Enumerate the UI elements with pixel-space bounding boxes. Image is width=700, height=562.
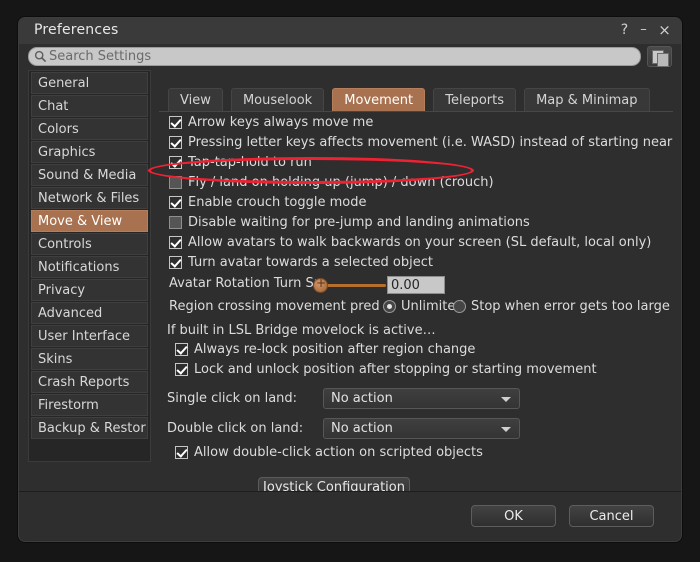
sidebar-item-crash-reports[interactable]: Crash Reports [31, 371, 148, 393]
turn-speed-slider-thumb[interactable] [313, 276, 328, 293]
help-icon[interactable]: ? [616, 21, 633, 39]
sidebar-item-privacy[interactable]: Privacy [31, 279, 148, 301]
checkbox-label-fly-land: Fly / land on holding up (jump) / down (… [188, 175, 494, 190]
tab-movement[interactable]: Movement [332, 88, 426, 111]
sidebar-item-network-files[interactable]: Network & Files [31, 187, 148, 209]
double-click-value: No action [331, 421, 393, 436]
tab-map-minimap[interactable]: Map & Minimap [524, 88, 650, 111]
search-icon [34, 50, 47, 63]
cancel-button[interactable]: Cancel [569, 505, 654, 527]
sidebar-item-general[interactable]: General [31, 72, 148, 94]
region-crossing-label: Region crossing movement pred [169, 299, 380, 314]
checkbox-label-turn-avatar: Turn avatar towards a selected object [188, 255, 433, 270]
sidebar-item-skins[interactable]: Skins [31, 348, 148, 370]
sidebar-item-chat[interactable]: Chat [31, 95, 148, 117]
checkbox-lock-unlock[interactable] [175, 363, 188, 376]
sidebar-item-backup-restore[interactable]: Backup & Restor [31, 417, 148, 439]
sidebar-item-move-view[interactable]: Move & View [31, 210, 148, 232]
sidebar-item-sound-media[interactable]: Sound & Media [31, 164, 148, 186]
checkbox-label-relock-region: Always re-lock position after region cha… [194, 342, 476, 357]
radio-unlimited[interactable] [383, 300, 396, 313]
double-click-dropdown[interactable]: No action [323, 418, 520, 439]
title-bar[interactable]: Preferences ? – × [19, 18, 681, 44]
checkbox-label-scripted-objects: Allow double-click action on scripted ob… [194, 445, 483, 460]
checkbox-crouch-toggle[interactable] [169, 196, 182, 209]
chevron-down-icon [501, 397, 511, 402]
checkbox-letter-keys[interactable] [169, 136, 182, 149]
sidebar-item-user-interface[interactable]: User Interface [31, 325, 148, 347]
window-title: Preferences [34, 22, 119, 38]
checkbox-label-crouch-toggle: Enable crouch toggle mode [188, 195, 367, 210]
single-click-value: No action [331, 391, 393, 406]
checkbox-label-walk-backwards: Allow avatars to walk backwards on your … [188, 235, 652, 250]
tab-teleports[interactable]: Teleports [433, 88, 516, 111]
close-icon[interactable]: × [656, 21, 673, 39]
checkbox-turn-avatar[interactable] [169, 256, 182, 269]
window-body: General Chat Colors Graphics Sound & Med… [19, 70, 681, 492]
checkbox-label-letter-keys: Pressing letter keys affects movement (i… [188, 135, 673, 150]
copy-pages-icon[interactable] [647, 46, 672, 67]
tab-strip: View Mouselook Movement Teleports Map & … [168, 88, 653, 111]
checkbox-label-lock-unlock: Lock and unlock position after stopping … [194, 362, 597, 377]
checkbox-relock-region[interactable] [175, 343, 188, 356]
search-placeholder: Search Settings [49, 49, 152, 64]
sidebar-item-firestorm[interactable]: Firestorm [31, 394, 148, 416]
single-click-dropdown[interactable]: No action [323, 388, 520, 409]
sidebar-item-graphics[interactable]: Graphics [31, 141, 148, 163]
minimize-icon[interactable]: – [635, 21, 652, 39]
radio-stop-on-error[interactable] [453, 300, 466, 313]
tab-view[interactable]: View [168, 88, 223, 111]
preferences-window: Preferences ? – × Search Settings Genera… [18, 17, 682, 542]
checkbox-tap-tap-hold[interactable] [169, 156, 182, 169]
sidebar-item-controls[interactable]: Controls [31, 233, 148, 255]
movement-tab-content: Arrow keys always move me Pressing lette… [159, 111, 673, 492]
settings-panel: View Mouselook Movement Teleports Map & … [159, 70, 673, 492]
tab-mouselook[interactable]: Mouselook [230, 88, 325, 111]
checkbox-label-disable-prejump: Disable waiting for pre-jump and landing… [188, 215, 530, 230]
double-click-label: Double click on land: [167, 421, 304, 436]
dialog-footer: OK Cancel [19, 491, 681, 541]
checkbox-walk-backwards[interactable] [169, 236, 182, 249]
turn-speed-label: Avatar Rotation Turn Sp [169, 276, 323, 291]
sidebar-item-notifications[interactable]: Notifications [31, 256, 148, 278]
search-input[interactable]: Search Settings [28, 47, 641, 66]
checkbox-arrow-keys[interactable] [169, 116, 182, 129]
checkbox-label-tap-tap-hold: Tap-tap-hold to run [188, 155, 312, 170]
checkbox-disable-prejump[interactable] [169, 216, 182, 229]
ok-button[interactable]: OK [471, 505, 556, 527]
search-row: Search Settings [19, 44, 681, 70]
movelock-heading: If built in LSL Bridge movelock is activ… [167, 323, 436, 338]
chevron-down-icon [501, 427, 511, 432]
sidebar-item-colors[interactable]: Colors [31, 118, 148, 140]
checkbox-label-arrow-keys: Arrow keys always move me [188, 115, 374, 130]
copy-sheet-front [657, 53, 669, 67]
sidebar-item-advanced[interactable]: Advanced [31, 302, 148, 324]
turn-speed-slider-track[interactable] [319, 284, 386, 287]
checkbox-scripted-objects[interactable] [175, 446, 188, 459]
category-sidebar: General Chat Colors Graphics Sound & Med… [28, 70, 151, 462]
joystick-configuration-button[interactable]: Joystick Configuration [258, 477, 410, 492]
desktop-backdrop: Preferences ? – × Search Settings Genera… [0, 0, 700, 562]
checkbox-fly-land[interactable] [169, 176, 182, 189]
single-click-label: Single click on land: [167, 391, 298, 406]
turn-speed-value-field[interactable]: 0.00 [387, 276, 445, 294]
radio-label-stop-on-error: Stop when error gets too large [471, 299, 670, 314]
